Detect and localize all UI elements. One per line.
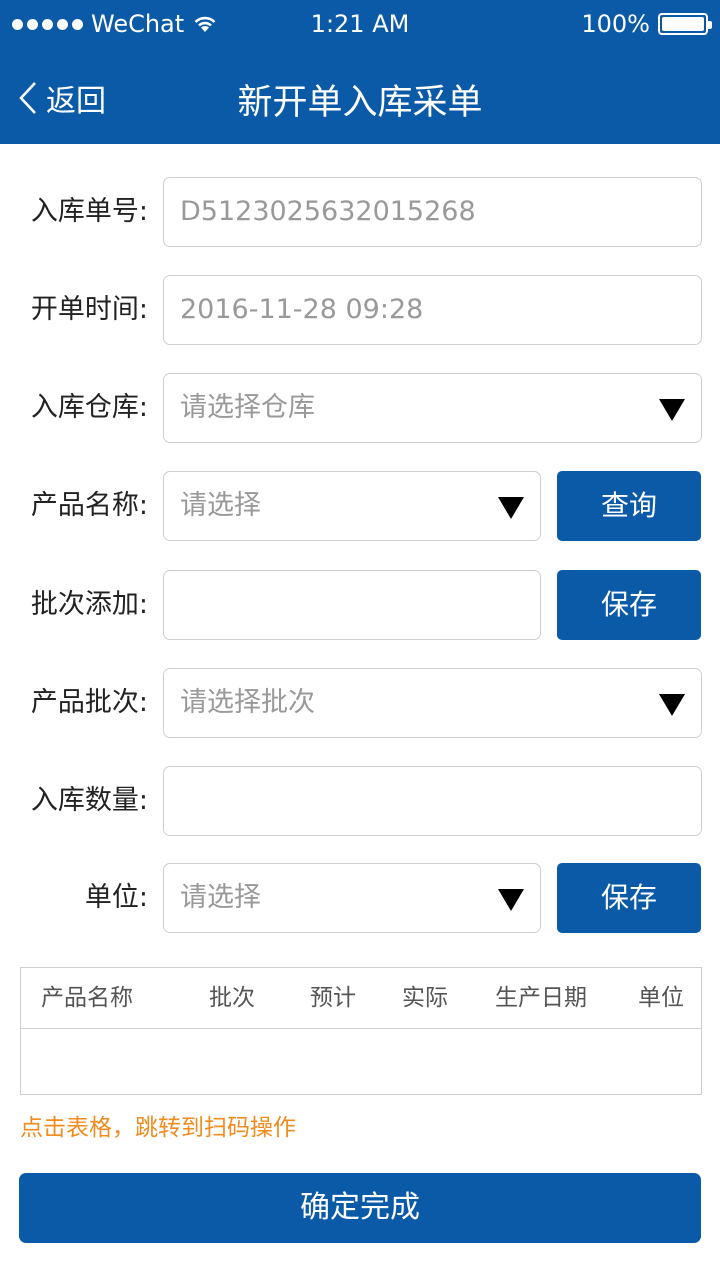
- battery-percent: 100%: [581, 10, 650, 38]
- dropdown-triangle-icon: [498, 889, 524, 911]
- col-production-date: 生产日期: [495, 985, 587, 1011]
- batch-add-label: 批次添加:: [30, 589, 148, 620]
- table-header: 产品名称 批次 预计 实际 生产日期 单位: [21, 968, 701, 1029]
- query-button[interactable]: 查询: [557, 471, 701, 541]
- warehouse-placeholder: 请选择仓库: [180, 392, 315, 423]
- status-bar: WeChat 1:21 AM 100%: [0, 0, 720, 50]
- nav-bar: 返回 新开单入库采单: [0, 50, 720, 144]
- save-batch-button[interactable]: 保存: [557, 570, 701, 640]
- open-time-row: 开单时间: 2016-11-28 09:28: [0, 275, 720, 345]
- dropdown-triangle-icon: [659, 399, 685, 421]
- dropdown-triangle-icon: [659, 694, 685, 716]
- product-name-row: 产品名称: 请选择 查询: [0, 471, 720, 541]
- dropdown-triangle-icon: [498, 497, 524, 519]
- open-time-label: 开单时间:: [30, 294, 148, 325]
- unit-label: 单位:: [84, 882, 148, 913]
- page-title: 新开单入库采单: [237, 83, 483, 123]
- product-batch-select[interactable]: 请选择批次: [163, 668, 702, 738]
- col-unit: 单位: [638, 985, 684, 1011]
- status-right: 100%: [581, 10, 712, 38]
- save-unit-button[interactable]: 保存: [557, 863, 701, 933]
- battery-icon: [658, 13, 712, 35]
- open-time-field[interactable]: 2016-11-28 09:28: [163, 275, 702, 345]
- scan-hint: 点击表格，跳转到扫码操作: [20, 1115, 296, 1141]
- col-actual: 实际: [402, 985, 448, 1011]
- warehouse-select[interactable]: 请选择仓库: [163, 373, 702, 443]
- product-batch-row: 产品批次: 请选择批次: [0, 668, 720, 738]
- batch-add-input[interactable]: [163, 570, 541, 640]
- product-table[interactable]: 产品名称 批次 预计 实际 生产日期 单位: [20, 967, 702, 1095]
- col-product-name: 产品名称: [41, 985, 133, 1011]
- unit-row: 单位: 请选择 保存: [0, 863, 720, 933]
- warehouse-row: 入库仓库: 请选择仓库: [0, 373, 720, 443]
- batch-add-row: 批次添加: 保存: [0, 570, 720, 640]
- order-no-field[interactable]: D5123025632015268: [163, 177, 702, 247]
- warehouse-label: 入库仓库:: [30, 392, 148, 423]
- product-name-label: 产品名称:: [30, 490, 148, 521]
- col-expected: 预计: [310, 985, 356, 1011]
- order-no-row: 入库单号: D5123025632015268: [0, 177, 720, 247]
- quantity-row: 入库数量:: [0, 766, 720, 836]
- unit-placeholder: 请选择: [180, 882, 261, 913]
- unit-select[interactable]: 请选择: [163, 863, 541, 933]
- order-no-label: 入库单号:: [30, 196, 148, 227]
- confirm-button[interactable]: 确定完成: [19, 1173, 701, 1243]
- product-name-placeholder: 请选择: [180, 490, 261, 521]
- product-name-select[interactable]: 请选择: [163, 471, 541, 541]
- top-bar: WeChat 1:21 AM 100% 返回 新开单入库采单: [0, 0, 720, 144]
- product-batch-label: 产品批次:: [30, 687, 148, 718]
- quantity-label: 入库数量:: [30, 785, 148, 816]
- quantity-input[interactable]: [163, 766, 702, 836]
- product-batch-placeholder: 请选择批次: [180, 687, 315, 718]
- col-batch: 批次: [209, 985, 255, 1011]
